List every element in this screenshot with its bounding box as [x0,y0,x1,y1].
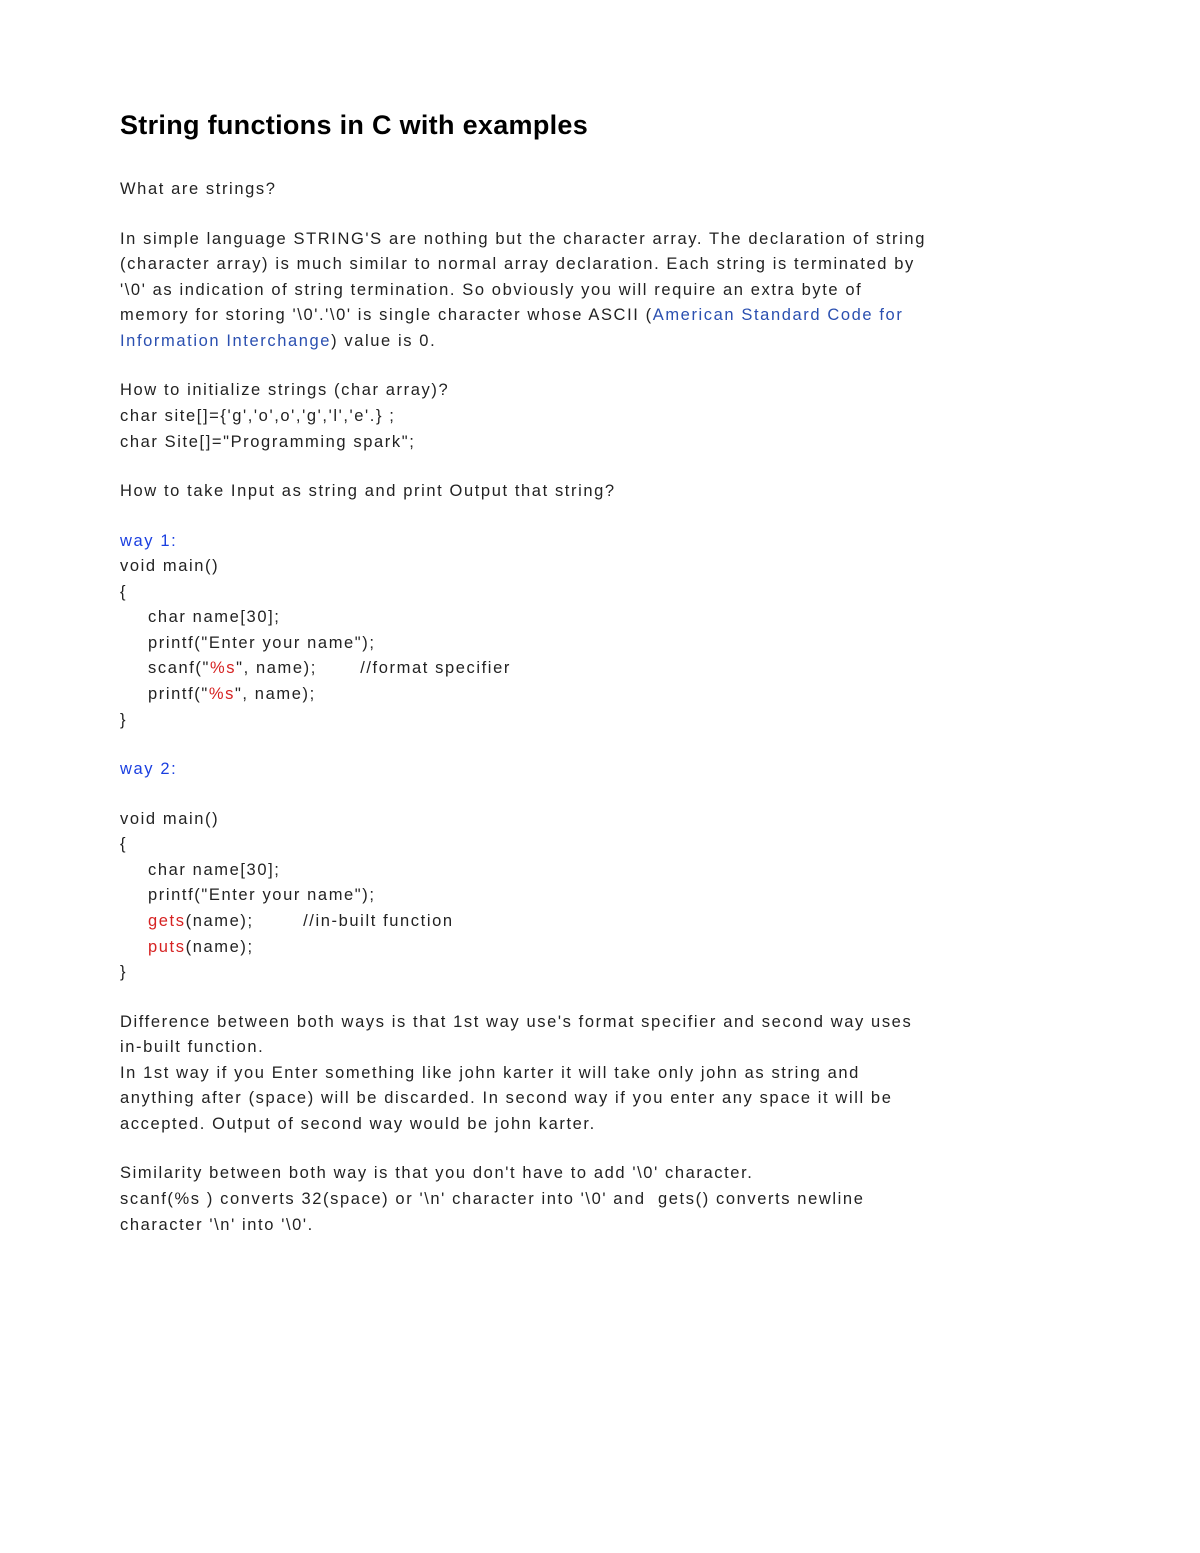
way2-label: way 2: [120,757,1080,783]
code-line: } [120,708,1080,734]
code-segment: ", name); //format specifier [236,659,511,677]
text-line: In 1st way if you Enter something like j… [120,1061,1080,1087]
text-segment: ) value is 0. [331,332,436,350]
format-specifier: %s [209,685,235,703]
difference-paragraph: Difference between both ways is that 1st… [120,1010,1080,1138]
document-page: String functions in C with examples What… [0,0,1200,1322]
text-line: anything after (space) will be discarded… [120,1086,1080,1112]
heading-input-output: How to take Input as string and print Ou… [120,479,1080,505]
text-segment: memory for storing '\0'.'\0' is single c… [120,306,653,324]
builtin-function: puts [148,938,186,956]
similarity-paragraph: Similarity between both way is that you … [120,1161,1080,1238]
text-line: scanf(%s ) converts 32(space) or '\n' ch… [120,1187,1080,1213]
text-line: character '\n' into '\0'. [120,1213,1080,1239]
text-line: memory for storing '\0'.'\0' is single c… [120,303,1080,329]
way1-block: way 1: void main() { char name[30]; prin… [120,529,1080,734]
intro-paragraph: In simple language STRING'S are nothing … [120,227,1080,355]
text-line: (character array) is much similar to nor… [120,252,1080,278]
heading-initialize: How to initialize strings (char array)? [120,378,1080,404]
code-line: gets(name); //in-built function [120,909,1080,935]
code-line: { [120,832,1080,858]
init-block: How to initialize strings (char array)? … [120,378,1080,455]
code-line: printf("%s", name); [120,682,1080,708]
code-segment: scanf(" [148,659,210,677]
way1-label: way 1: [120,529,1080,555]
format-specifier: %s [210,659,236,677]
code-segment: (name); [186,938,254,956]
code-line: scanf("%s", name); //format specifier [120,656,1080,682]
code-segment: ", name); [235,685,316,703]
builtin-function: gets [148,912,186,930]
heading-what-are-strings: What are strings? [120,177,1080,203]
code-line: char site[]={'g','o',o','g','l','e'.} ; [120,404,1080,430]
code-line: void main() [120,554,1080,580]
code-line: char name[30]; [120,858,1080,884]
text-line: accepted. Output of second way would be … [120,1112,1080,1138]
text-line: in-built function. [120,1035,1080,1061]
code-line: void main() [120,807,1080,833]
code-segment: (name); //in-built function [186,912,454,930]
code-line: { [120,580,1080,606]
page-title: String functions in C with examples [120,110,1080,141]
way2-block: void main() { char name[30]; printf("Ent… [120,807,1080,986]
code-line: printf("Enter your name"); [120,883,1080,909]
code-line: printf("Enter your name"); [120,631,1080,657]
code-line: char name[30]; [120,605,1080,631]
ascii-link[interactable]: Information Interchange [120,332,331,350]
text-line: Similarity between both way is that you … [120,1161,1080,1187]
code-line: char Site[]="Programming spark"; [120,430,1080,456]
text-line: Difference between both ways is that 1st… [120,1010,1080,1036]
code-line: } [120,960,1080,986]
text-line: In simple language STRING'S are nothing … [120,227,1080,253]
text-line: '\0' as indication of string termination… [120,278,1080,304]
code-segment: printf(" [148,685,209,703]
text-line: Information Interchange) value is 0. [120,329,1080,355]
code-line: puts(name); [120,935,1080,961]
ascii-link[interactable]: American Standard Code for [653,306,904,324]
